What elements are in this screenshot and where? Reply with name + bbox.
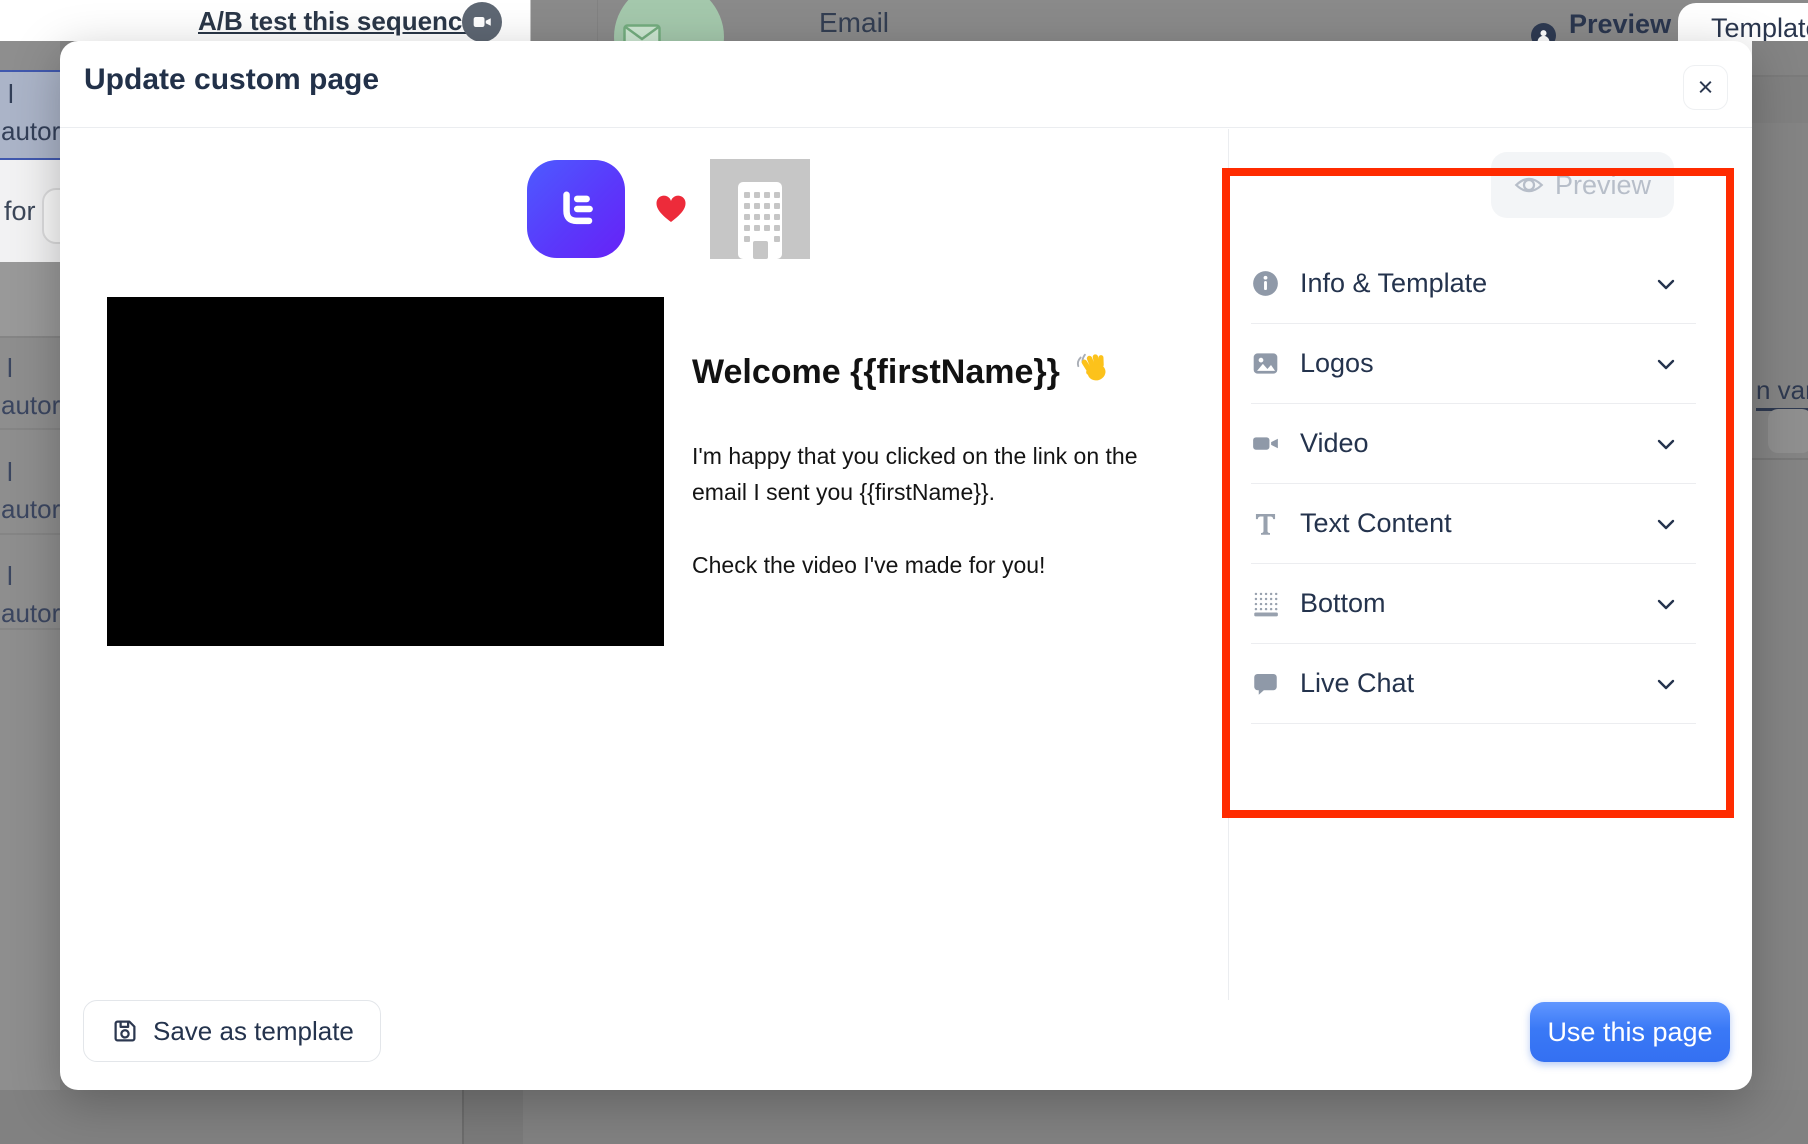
accordion-label: Text Content: [1300, 508, 1452, 538]
background-sidebar: l autor for l autor l autor l autor: [0, 41, 60, 1090]
sidebar-text-fragment: autor: [1, 598, 60, 628]
landing-text-column: Welcome {{firstName}} I'm happy that you…: [692, 349, 1197, 620]
accordion-label: Live Chat: [1300, 668, 1415, 698]
accordion-video[interactable]: Video: [1251, 404, 1696, 484]
sidebar-text-fragment: autor: [1, 116, 60, 146]
divider: [0, 336, 60, 338]
accordion-info-template[interactable]: Info & Template: [1251, 244, 1696, 324]
divider: [597, 0, 598, 41]
lemlist-logo: [527, 160, 625, 258]
use-button-label: Use this page: [1547, 1016, 1713, 1047]
modal-header: Update custom page ×: [60, 41, 1752, 128]
divider: [0, 628, 60, 630]
company-logo-placeholder-icon: [710, 159, 810, 259]
text-input-fragment[interactable]: [42, 188, 60, 244]
accordion-logos[interactable]: Logos: [1251, 324, 1696, 404]
accordion-text-content[interactable]: Text Content: [1251, 484, 1696, 564]
accordion-live-chat[interactable]: Live Chat: [1251, 644, 1696, 724]
logos-row: [527, 159, 810, 259]
divider: [0, 428, 60, 430]
email-step-label: Email: [819, 7, 890, 38]
accordion-bottom[interactable]: Bottom: [1251, 564, 1696, 644]
modal-body: Welcome {{firstName}} I'm happy that you…: [60, 129, 1752, 1000]
sidebar-text-fragment: l: [8, 79, 14, 109]
update-custom-page-modal: Update custom page × Welcome {{firstName…: [60, 41, 1752, 1090]
save-button-label: Save as template: [153, 1015, 354, 1046]
landing-heading-text: Welcome {{firstName}}: [692, 353, 1060, 391]
column-divider: [462, 1090, 523, 1144]
chevron-down-icon: [1654, 592, 1678, 616]
band: [1752, 77, 1808, 123]
templates-tab-label: Templates: [1711, 13, 1808, 43]
accordion-label: Logos: [1300, 348, 1374, 378]
accordion: Info & Template Logos Video Text Content…: [1251, 244, 1696, 724]
sidebar-text-fragment: l: [7, 561, 13, 591]
chevron-down-icon: [1654, 272, 1678, 296]
chevron-down-icon: [1654, 672, 1678, 696]
preview-button[interactable]: Preview: [1491, 152, 1674, 218]
video-badge-icon: [462, 2, 502, 42]
background-bottom-overlay: [0, 1090, 1808, 1144]
divider: [1752, 458, 1808, 460]
landing-paragraph: Check the video I've made for you!: [692, 552, 1046, 578]
accordion-label: Info & Template: [1300, 268, 1488, 298]
background-sequence-header: A/B test this sequence: [0, 0, 530, 42]
chat-bubble-icon: [1251, 670, 1279, 697]
video-player[interactable]: [107, 297, 664, 646]
landing-page-preview: Welcome {{firstName}} I'm happy that you…: [60, 129, 1228, 1000]
landing-paragraph: I'm happy that you clicked on the link o…: [692, 443, 1138, 505]
chevron-down-icon: [1654, 432, 1678, 456]
divider: [0, 533, 60, 535]
ab-test-sequence-link[interactable]: A/B test this sequence: [198, 6, 477, 37]
sidebar-text-fragment: autor: [1, 390, 60, 420]
bottom-grid-icon: [1251, 590, 1279, 617]
video-camera-icon: [1251, 430, 1279, 457]
close-icon[interactable]: ×: [1683, 65, 1728, 110]
background-right-edge: n varia: [1752, 41, 1808, 1090]
heart-icon: [655, 194, 687, 224]
chevron-down-icon: [1654, 352, 1678, 376]
for-label: for: [4, 196, 36, 226]
sidebar-text-fragment: autor: [1, 494, 60, 524]
modal-footer: Save as template Use this page: [60, 1000, 1752, 1090]
save-as-template-button[interactable]: Save as template: [83, 1000, 381, 1062]
accordion-label: Bottom: [1300, 588, 1386, 618]
eye-icon: [1514, 177, 1544, 193]
save-icon: [114, 1020, 136, 1042]
preview-button-label: Preview: [1554, 169, 1652, 200]
image-icon: [1251, 350, 1279, 377]
settings-panel: Preview Info & Template Logos Video Text…: [1228, 129, 1752, 1000]
background-preview-button[interactable]: Preview: [1569, 9, 1671, 40]
use-this-page-button[interactable]: Use this page: [1530, 1002, 1730, 1062]
sidebar-for-row: for: [0, 160, 60, 263]
modal-title: Update custom page: [84, 63, 380, 96]
landing-heading: Welcome {{firstName}}: [692, 349, 1197, 396]
accordion-label: Video: [1300, 428, 1369, 458]
sidebar-band: [0, 262, 60, 336]
button-fragment: [1768, 409, 1808, 453]
screen: A/B test this sequence Email Preview Tem…: [0, 0, 1808, 1144]
text-icon: [1251, 510, 1279, 537]
background-editor-header: Email Preview Templates: [530, 0, 1808, 92]
sidebar-selected-step[interactable]: l autor: [0, 70, 60, 160]
waving-hand-icon: [1074, 349, 1112, 396]
chevron-down-icon: [1654, 512, 1678, 536]
info-icon: [1251, 270, 1279, 297]
sidebar-text-fragment: l: [7, 353, 13, 383]
sidebar-text-fragment: l: [7, 457, 13, 487]
variables-link-fragment[interactable]: n varia: [1756, 375, 1808, 411]
